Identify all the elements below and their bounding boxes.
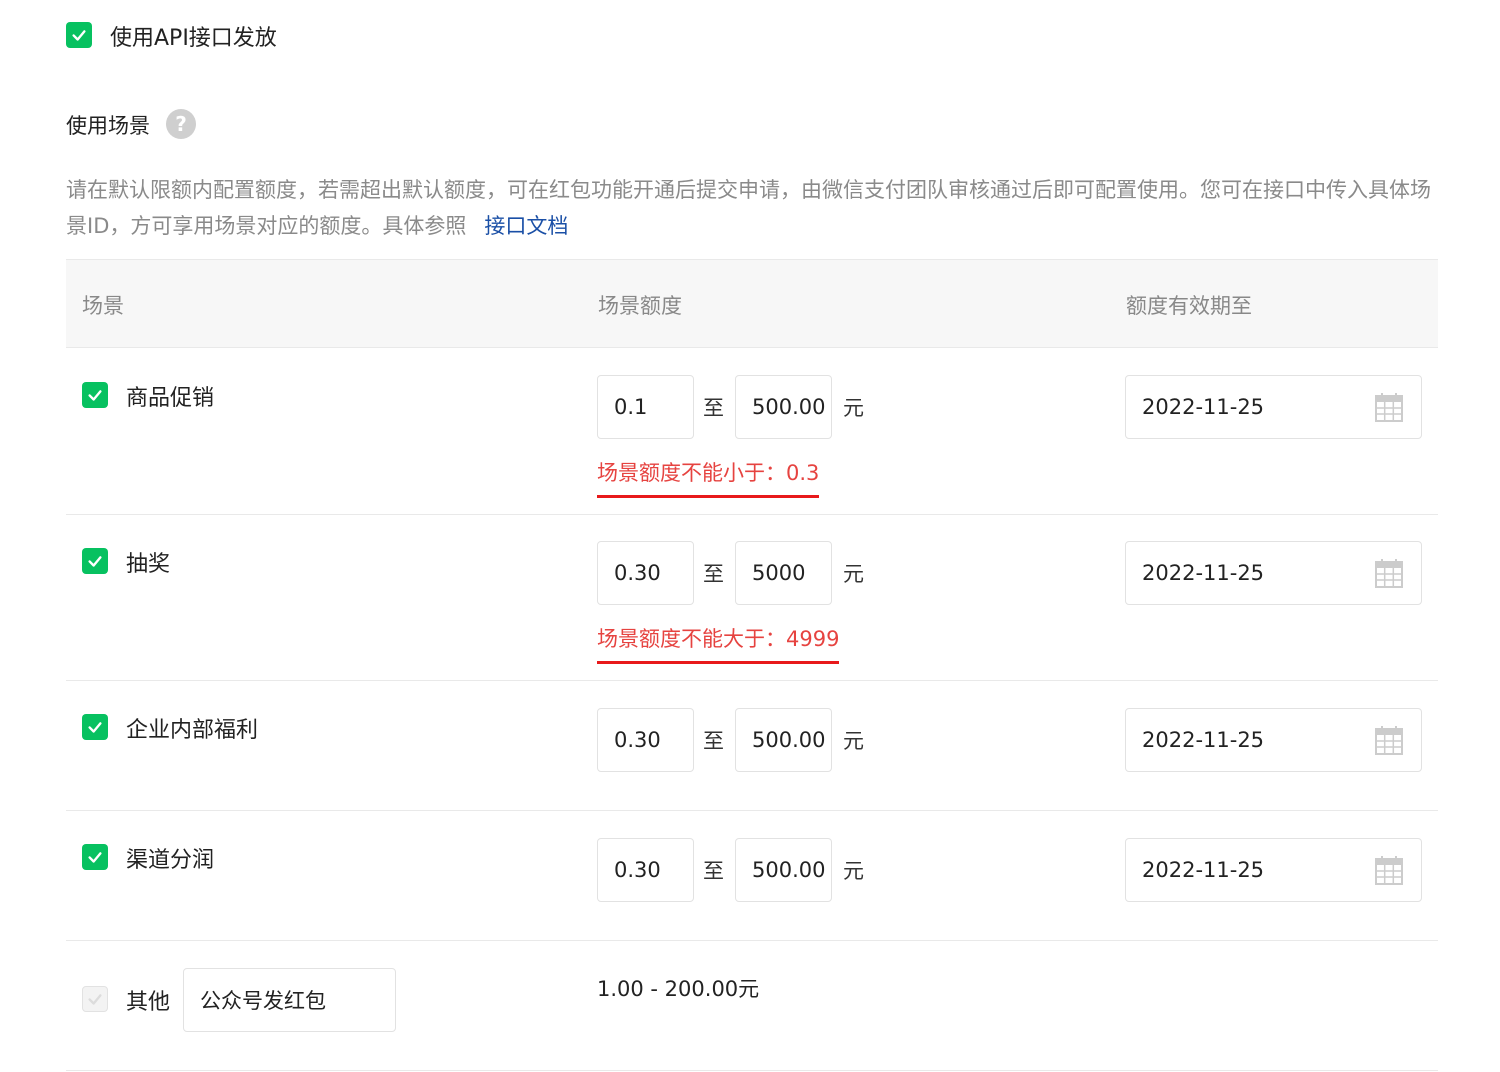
header-scene: 场景 (82, 294, 124, 318)
expiry-date-value: 2022-11-25 (1142, 858, 1265, 882)
unit-label: 元 (843, 396, 864, 420)
scene-checkbox-channel-profit[interactable] (82, 844, 108, 870)
scene-checkbox-promotion[interactable] (82, 382, 108, 408)
api-checkbox-label: 使用API接口发放 (110, 26, 277, 51)
amount-min-input[interactable]: 0.1 (597, 375, 694, 439)
unit-label: 元 (843, 729, 864, 753)
scene-checkbox-lottery[interactable] (82, 548, 108, 574)
range-separator: 至 (703, 562, 724, 586)
unit-label: 元 (843, 859, 864, 883)
check-icon (88, 994, 102, 1005)
range-separator: 至 (703, 859, 724, 883)
row-divider (66, 1070, 1438, 1071)
calendar-icon[interactable] (1375, 558, 1403, 588)
api-checkbox[interactable] (66, 22, 92, 48)
calendar-icon[interactable] (1375, 725, 1403, 755)
expiry-date-value: 2022-11-25 (1142, 561, 1265, 585)
question-circle-icon[interactable]: ? (166, 109, 196, 139)
row-divider (66, 680, 1438, 681)
scene-label: 企业内部福利 (126, 718, 259, 743)
range-separator: 至 (703, 396, 724, 420)
amount-min-input[interactable]: 0.30 (597, 541, 694, 605)
amount-min-input[interactable]: 0.30 (597, 838, 694, 902)
check-icon (88, 852, 102, 863)
unit-label: 元 (843, 562, 864, 586)
max-amount-error: 场景额度不能大于：4999 (597, 623, 840, 664)
header-amount: 场景额度 (598, 294, 682, 318)
table-header: 场景 场景额度 额度有效期至 (66, 259, 1438, 348)
check-icon (88, 390, 102, 401)
expiry-date-value: 2022-11-25 (1142, 395, 1265, 419)
section-description: 请在默认限额内配置额度，若需超出默认额度，可在红包功能开通后提交申请，由微信支付… (66, 172, 1446, 244)
description-text: 请在默认限额内配置额度，若需超出默认额度，可在红包功能开通后提交申请，由微信支付… (66, 178, 1431, 238)
scene-label: 抽奖 (126, 552, 171, 577)
scene-checkbox-other[interactable] (82, 986, 108, 1012)
scene-label: 其他 (126, 990, 171, 1015)
check-icon (72, 30, 86, 41)
amount-max-input[interactable]: 500.00 (735, 708, 832, 772)
row-divider (66, 514, 1438, 515)
scene-label: 渠道分润 (126, 848, 215, 873)
amount-max-input[interactable]: 5000 (735, 541, 832, 605)
scene-label: 商品促销 (126, 386, 215, 411)
header-expiry: 额度有效期至 (1126, 294, 1252, 318)
row-divider (66, 810, 1438, 811)
range-separator: 至 (703, 729, 724, 753)
api-doc-link[interactable]: 接口文档 (484, 214, 568, 238)
amount-min-input[interactable]: 0.30 (597, 708, 694, 772)
row-divider (66, 940, 1438, 941)
amount-max-input[interactable]: 500.00 (735, 375, 832, 439)
check-icon (88, 722, 102, 733)
other-amount-range: 1.00 - 200.00元 (597, 977, 760, 1001)
section-title: 使用场景 (66, 114, 150, 138)
calendar-icon[interactable] (1375, 392, 1403, 422)
check-icon (88, 556, 102, 567)
expiry-date-value: 2022-11-25 (1142, 728, 1265, 752)
min-amount-error: 场景额度不能小于：0.3 (597, 457, 820, 498)
amount-max-input[interactable]: 500.00 (735, 838, 832, 902)
calendar-icon[interactable] (1375, 855, 1403, 885)
scene-checkbox-employee-welfare[interactable] (82, 714, 108, 740)
other-scene-name-input[interactable]: 公众号发红包 (183, 968, 396, 1032)
